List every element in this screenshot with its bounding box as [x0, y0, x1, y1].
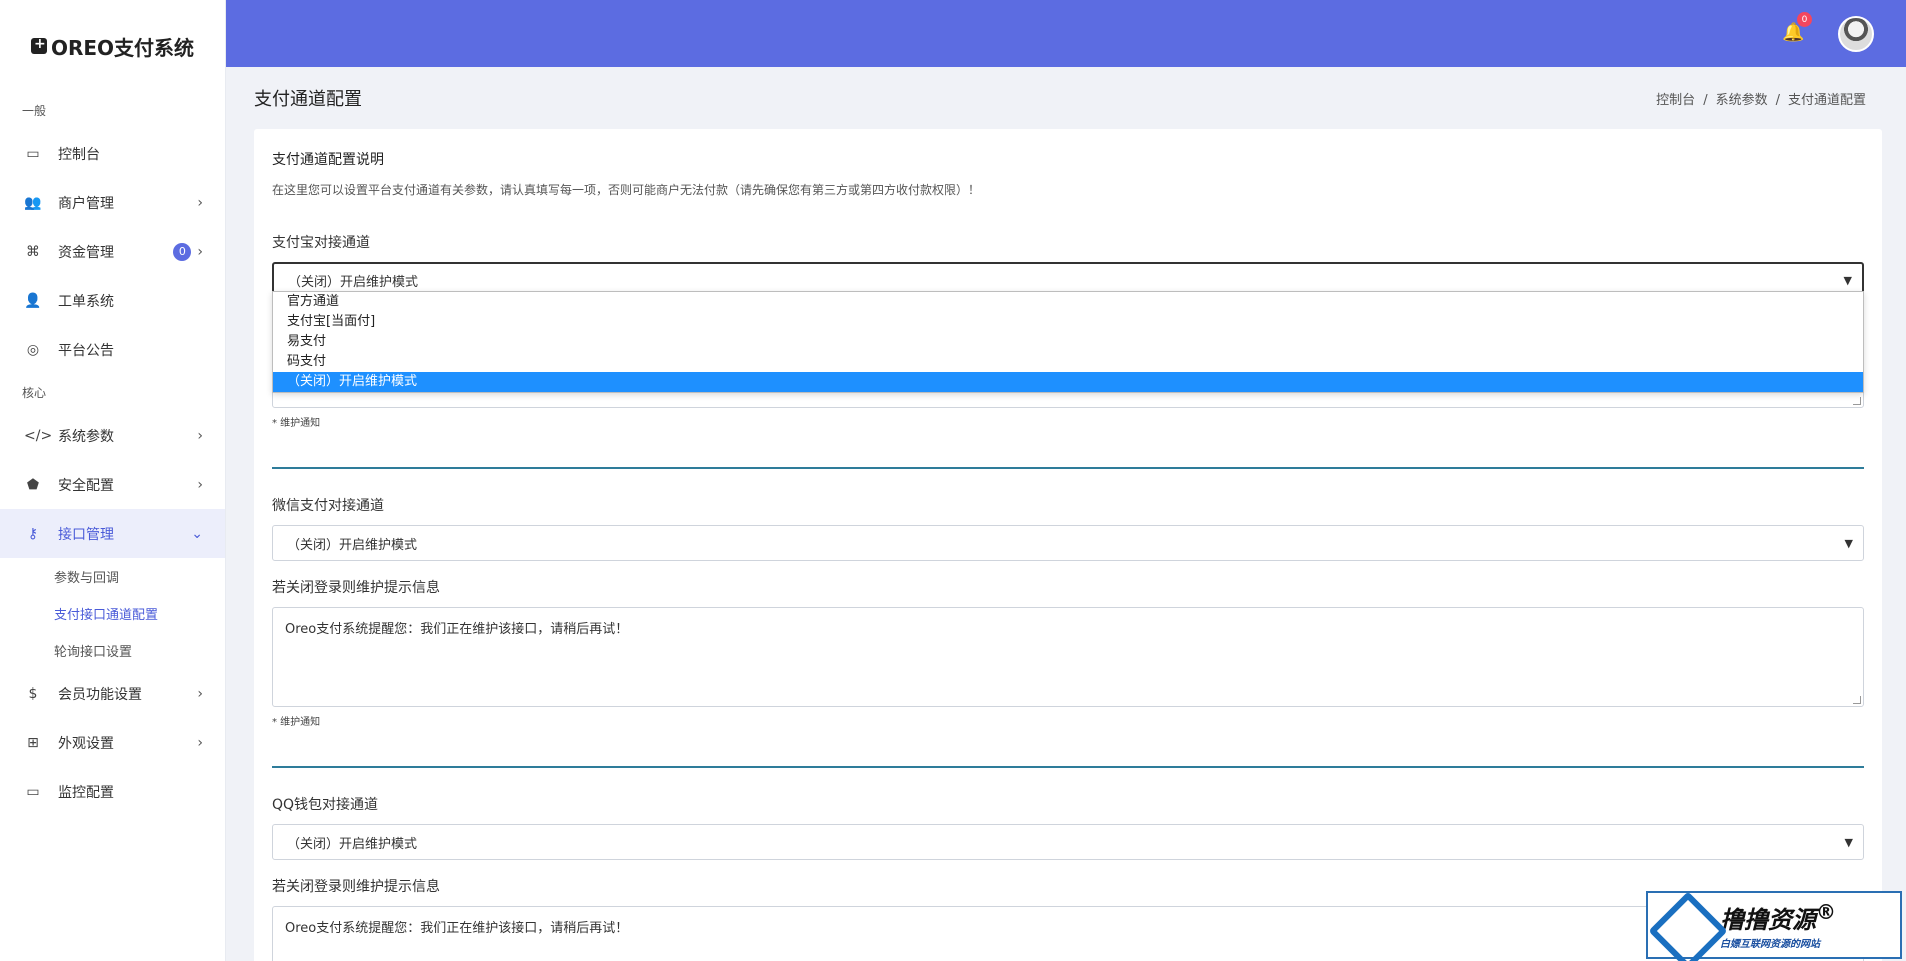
card-heading: 支付通道配置说明	[272, 152, 384, 168]
subitem-payment-channel[interactable]: 支付接口通道配置	[0, 595, 225, 632]
topbar: 🔔 0	[226, 0, 1906, 67]
chevron-down-icon: ▼	[1844, 835, 1853, 849]
qq-channel-select[interactable]: （关闭）开启维护模式 ▼	[272, 824, 1864, 860]
resize-handle[interactable]	[1853, 397, 1861, 405]
chevron-down-icon: ▼	[1844, 536, 1853, 550]
wechat-message-textarea[interactable]: Oreo支付系统提醒您：我们正在维护该接口，请稍后再试！	[272, 607, 1864, 707]
wechat-channel-select[interactable]: （关闭）开启维护模式 ▼	[272, 525, 1864, 561]
key-icon: ⚷	[27, 525, 39, 542]
chevron-right-icon: ›	[197, 194, 203, 211]
sidebar-item-funds[interactable]: ⌘ 资金管理 0 ›	[0, 227, 225, 276]
sidebar-item-tickets[interactable]: 👤 工单系统	[0, 276, 225, 325]
resize-handle[interactable]	[1853, 696, 1861, 704]
qq-message-textarea[interactable]: Oreo支付系统提醒您：我们正在维护该接口，请稍后再试！	[272, 906, 1864, 961]
sidebar-item-membership[interactable]: $ 会员功能设置 ›	[0, 669, 225, 718]
subitem-params-callback[interactable]: 参数与回调	[0, 558, 225, 595]
chevron-right-icon: ›	[197, 734, 203, 751]
sidebar-item-api[interactable]: ⚷ 接口管理 ⌄	[0, 509, 225, 558]
user-gear-icon: 👤	[24, 292, 42, 309]
chevron-right-icon: ›	[197, 243, 203, 260]
wechat-msg-label: 若关闭登录则维护提示信息	[272, 580, 440, 596]
section-core: 核心	[22, 386, 47, 400]
watermark-logo: 撸撸资源® 白嫖互联网资源的网站	[1646, 891, 1902, 959]
sidebar-item-dashboard[interactable]: ▭ 控制台	[0, 129, 225, 178]
dropdown-option[interactable]: 官方通道	[273, 292, 1863, 312]
broadcast-icon: ◎	[26, 341, 40, 358]
shield-icon: ⬟	[26, 476, 40, 493]
main-content: 支付通道配置 控制台 / 系统参数 / 支付通道配置 支付通道配置说明 在这里您可以设置…	[226, 67, 1894, 961]
dropdown-option[interactable]: 码支付	[273, 352, 1863, 372]
subitem-polling[interactable]: 轮询接口设置	[0, 632, 225, 669]
divider	[272, 467, 1864, 469]
watermark-reg: ®	[1816, 900, 1836, 924]
chevron-down-icon: ⌄	[191, 525, 203, 542]
config-card: 支付通道配置说明 在这里您可以设置平台支付通道有关参数，请认真填写每一项，否则可…	[254, 129, 1882, 961]
alipay-hint: * 维护通知	[272, 418, 321, 429]
wechat-hint: * 维护通知	[272, 717, 321, 728]
funds-badge: 0	[173, 242, 192, 261]
sidebar-item-announcements[interactable]: ◎ 平台公告	[0, 325, 225, 374]
divider	[272, 766, 1864, 768]
alipay-label: 支付宝对接通道	[272, 235, 370, 251]
sidebar-item-system-params[interactable]: </> 系统参数 ›	[0, 411, 225, 460]
card-description: 在这里您可以设置平台支付通道有关参数，请认真填写每一项，否则可能商户无法付款（请…	[272, 183, 981, 197]
monitor-icon: ▭	[26, 783, 40, 800]
breadcrumb-item: 支付通道配置	[1787, 92, 1866, 108]
wechat-label: 微信支付对接通道	[272, 498, 384, 514]
breadcrumb-item[interactable]: 控制台	[1656, 93, 1695, 108]
brand-title: OREO支付系统	[50, 35, 195, 60]
notification-badge: 0	[1797, 12, 1812, 27]
qq-label: QQ钱包对接通道	[272, 797, 379, 813]
watermark-emblem-icon	[1656, 899, 1712, 951]
alipay-channel-dropdown: 官方通道 支付宝[当面付] 易支付 码支付 （关闭）开启维护模式	[272, 291, 1864, 393]
dropdown-option-selected[interactable]: （关闭）开启维护模式	[273, 372, 1863, 392]
breadcrumb-item[interactable]: 系统参数	[1716, 93, 1768, 108]
sidebar-item-monitoring[interactable]: ▭ 监控配置	[0, 767, 225, 816]
chevron-down-icon: ▼	[1843, 273, 1852, 287]
add-square-icon: ⊞	[27, 734, 39, 751]
chevron-right-icon: ›	[197, 476, 203, 493]
section-general: 一般	[22, 104, 47, 118]
code-icon: </>	[24, 427, 53, 444]
command-icon: ⌘	[26, 243, 40, 260]
sidebar-item-security[interactable]: ⬟ 安全配置 ›	[0, 460, 225, 509]
sidebar: OREO支付系统 一般 ▭ 控制台 👥 商户管理 › ⌘ 资金管理 0 › 👤 …	[0, 0, 226, 961]
watermark-subtitle: 白嫖互联网资源的网站	[1720, 939, 1820, 950]
breadcrumb: 控制台 / 系统参数 / 支付通道配置	[1656, 92, 1866, 108]
sidebar-item-appearance[interactable]: ⊞ 外观设置 ›	[0, 718, 225, 767]
logo-icon	[30, 36, 47, 54]
brand[interactable]: OREO支付系统	[0, 0, 225, 92]
chevron-right-icon: ›	[197, 427, 203, 444]
dropdown-option[interactable]: 易支付	[273, 332, 1863, 352]
dollar-card-icon: $	[28, 685, 38, 702]
users-icon: 👥	[24, 194, 42, 211]
qq-msg-label: 若关闭登录则维护提示信息	[272, 879, 440, 895]
avatar[interactable]	[1838, 16, 1874, 52]
chevron-right-icon: ›	[197, 685, 203, 702]
page-title: 支付通道配置	[254, 89, 362, 110]
bell-icon[interactable]: 🔔 0	[1782, 12, 1812, 46]
monitor-icon: ▭	[26, 145, 40, 162]
sidebar-item-merchants[interactable]: 👥 商户管理 ›	[0, 178, 225, 227]
watermark-title: 撸撸资源	[1720, 906, 1816, 934]
dropdown-option[interactable]: 支付宝[当面付]	[273, 312, 1863, 332]
